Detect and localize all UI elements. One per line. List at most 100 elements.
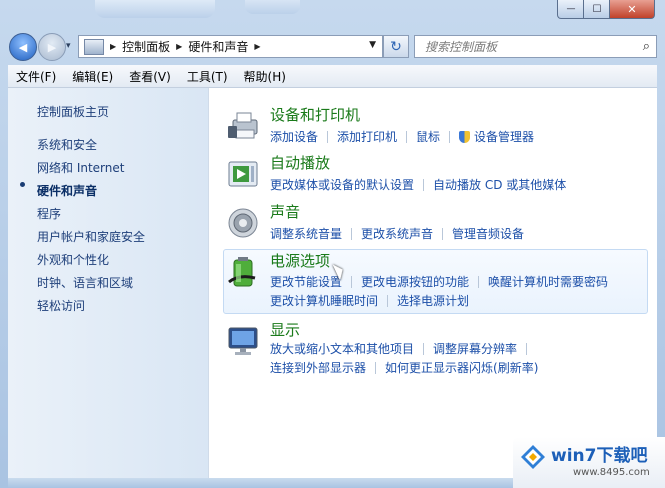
- link-mouse[interactable]: 鼠标: [416, 128, 440, 145]
- active-bullet-icon: [20, 182, 25, 187]
- address-dropdown-icon[interactable]: ▼: [369, 40, 376, 50]
- sidebar-item-system-security[interactable]: 系统和安全: [37, 136, 97, 153]
- breadcrumb-separator-icon[interactable]: ▶: [254, 42, 260, 51]
- link-power-button-function[interactable]: 更改电源按钮的功能: [361, 273, 469, 290]
- category-links: 更改媒体或设备的默认设置 自动播放 CD 或其他媒体: [270, 176, 566, 193]
- autoplay-icon: [228, 161, 258, 187]
- sidebar-item-control-panel-home[interactable]: 控制面板主页: [37, 103, 109, 120]
- category-title[interactable]: 设备和打印机: [270, 104, 360, 125]
- link-add-printer[interactable]: 添加打印机: [337, 128, 397, 145]
- link-zoom-text[interactable]: 放大或缩小文本和其他项目: [270, 340, 414, 357]
- link-separator: [375, 361, 377, 374]
- sidebar-item-programs[interactable]: 程序: [37, 205, 61, 222]
- title-bar: — ☐ ✕: [0, 0, 665, 30]
- link-separator: [423, 178, 425, 191]
- category-power-options[interactable]: 电源选项 更改节能设置 更改电源按钮的功能 唤醒计算机时需要密码 更改计算机睡眠…: [223, 249, 648, 314]
- menu-bar: 文件(F) 编辑(E) 查看(V) 工具(T) 帮助(H): [8, 65, 657, 88]
- close-button[interactable]: ✕: [609, 0, 655, 19]
- sidebar-item-hardware-sound[interactable]: 硬件和声音: [37, 182, 97, 199]
- search-box[interactable]: ⌕: [414, 35, 657, 58]
- sidebar: 控制面板主页 系统和安全 网络和 Internet 硬件和声音 程序 用户帐户和…: [8, 88, 209, 478]
- watermark-url: www.8495.com: [573, 467, 650, 478]
- sidebar-item-network-internet[interactable]: 网络和 Internet: [37, 159, 124, 176]
- watermark-text: win7下载吧: [551, 446, 648, 466]
- link-separator: [449, 130, 451, 143]
- link-add-device[interactable]: 添加设备: [270, 128, 318, 145]
- menu-file[interactable]: 文件(F): [8, 68, 64, 85]
- link-change-sleep-time[interactable]: 更改计算机睡眠时间: [270, 292, 378, 309]
- link-separator: [351, 275, 353, 288]
- link-change-system-sounds[interactable]: 更改系统声音: [361, 225, 433, 242]
- forward-button[interactable]: ▶: [38, 33, 66, 61]
- link-require-password-wake[interactable]: 唤醒计算机时需要密码: [488, 273, 608, 290]
- category-title[interactable]: 电源选项: [270, 250, 330, 271]
- breadcrumb-control-panel[interactable]: 控制面板: [122, 38, 170, 55]
- status-bar: [8, 478, 513, 488]
- link-separator: [351, 227, 353, 240]
- sidebar-item-appearance[interactable]: 外观和个性化: [37, 251, 109, 268]
- sidebar-item-clock-language[interactable]: 时钟、语言和区域: [37, 274, 133, 291]
- category-title[interactable]: 声音: [270, 201, 300, 222]
- category-autoplay: 自动播放 更改媒体或设备的默认设置 自动播放 CD 或其他媒体: [224, 152, 649, 196]
- menu-tools[interactable]: 工具(T): [179, 68, 236, 85]
- search-icon[interactable]: ⌕: [643, 39, 650, 54]
- content-area: 控制面板主页 系统和安全 网络和 Internet 硬件和声音 程序 用户帐户和…: [8, 88, 657, 478]
- link-separator: [478, 275, 480, 288]
- category-links: 添加设备 添加打印机 鼠标 设备管理器: [270, 128, 534, 145]
- menu-edit[interactable]: 编辑(E): [64, 68, 121, 85]
- category-title[interactable]: 自动播放: [270, 152, 330, 173]
- sidebar-item-ease-of-access[interactable]: 轻松访问: [37, 297, 85, 314]
- back-button[interactable]: ◀: [9, 33, 37, 61]
- category-links: 放大或缩小文本和其他项目 调整屏幕分辨率: [270, 340, 536, 357]
- breadcrumb-hardware-sound[interactable]: 硬件和声音: [188, 38, 248, 55]
- category-title[interactable]: 显示: [270, 319, 300, 340]
- link-connect-external-display[interactable]: 连接到外部显示器: [270, 359, 366, 376]
- link-adjust-volume[interactable]: 调整系统音量: [270, 225, 342, 242]
- forward-arrow-icon: ▶: [47, 40, 57, 54]
- category-links-row2: 连接到外部显示器 如何更正显示器闪烁(刷新率): [270, 359, 538, 376]
- link-change-power-saving[interactable]: 更改节能设置: [270, 273, 342, 290]
- maximize-icon: ☐: [592, 3, 602, 15]
- monitor-icon: [228, 327, 258, 355]
- maximize-button[interactable]: ☐: [583, 0, 611, 19]
- address-bar[interactable]: ▶ 控制面板 ▶ 硬件和声音 ▶ ▼: [78, 35, 383, 58]
- category-links-row2: 更改计算机睡眠时间 选择电源计划: [270, 292, 469, 309]
- minimize-button[interactable]: —: [557, 0, 585, 19]
- category-display: 显示 放大或缩小文本和其他项目 调整屏幕分辨率 连接到外部显示器 如何更正显示器…: [224, 319, 649, 379]
- control-panel-window: — ☐ ✕ ◀ ▶ ▾ ▶ 控制面板 ▶ 硬件和声音 ▶ ▼ ↻ ⌕ 文件(F)…: [0, 0, 665, 488]
- category-links: 调整系统音量 更改系统声音 管理音频设备: [270, 225, 524, 242]
- breadcrumb-separator-icon[interactable]: ▶: [110, 42, 116, 51]
- link-manage-audio-devices[interactable]: 管理音频设备: [452, 225, 524, 242]
- link-separator: [423, 342, 425, 355]
- link-separator: [526, 342, 528, 355]
- link-adjust-resolution[interactable]: 调整屏幕分辨率: [433, 340, 517, 357]
- link-autoplay-cd[interactable]: 自动播放 CD 或其他媒体: [433, 176, 566, 193]
- link-fix-flicker[interactable]: 如何更正显示器闪烁(刷新率): [385, 359, 538, 376]
- link-separator: [327, 130, 329, 143]
- control-panel-icon: [84, 38, 104, 55]
- category-sound: 声音 调整系统音量 更改系统声音 管理音频设备: [224, 201, 649, 245]
- title-decoration-2: [245, 0, 300, 14]
- windows-logo-icon: [521, 445, 545, 469]
- menu-view[interactable]: 查看(V): [121, 68, 179, 85]
- refresh-icon: ↻: [390, 38, 402, 55]
- category-links: 更改节能设置 更改电源按钮的功能 唤醒计算机时需要密码: [270, 273, 608, 290]
- address-row: ◀ ▶ ▾ ▶ 控制面板 ▶ 硬件和声音 ▶ ▼ ↻ ⌕: [0, 30, 665, 63]
- link-choose-power-plan[interactable]: 选择电源计划: [397, 292, 469, 309]
- breadcrumb-separator-icon[interactable]: ▶: [176, 42, 182, 51]
- link-device-manager[interactable]: 设备管理器: [474, 128, 534, 145]
- menu-help[interactable]: 帮助(H): [236, 68, 294, 85]
- title-decoration: [95, 0, 215, 18]
- battery-icon: [228, 257, 256, 287]
- link-change-media-defaults[interactable]: 更改媒体或设备的默认设置: [270, 176, 414, 193]
- sidebar-item-user-accounts[interactable]: 用户帐户和家庭安全: [37, 228, 145, 245]
- category-devices-printers: 设备和打印机 添加设备 添加打印机 鼠标 设备管理器: [224, 104, 649, 148]
- refresh-button[interactable]: ↻: [383, 35, 409, 58]
- recent-pages-dropdown-icon[interactable]: ▾: [66, 41, 71, 51]
- link-separator: [442, 227, 444, 240]
- uac-shield-icon: [459, 130, 471, 143]
- back-arrow-icon: ◀: [18, 40, 28, 54]
- link-separator: [387, 294, 389, 307]
- search-input[interactable]: [423, 38, 627, 55]
- link-separator: [406, 130, 408, 143]
